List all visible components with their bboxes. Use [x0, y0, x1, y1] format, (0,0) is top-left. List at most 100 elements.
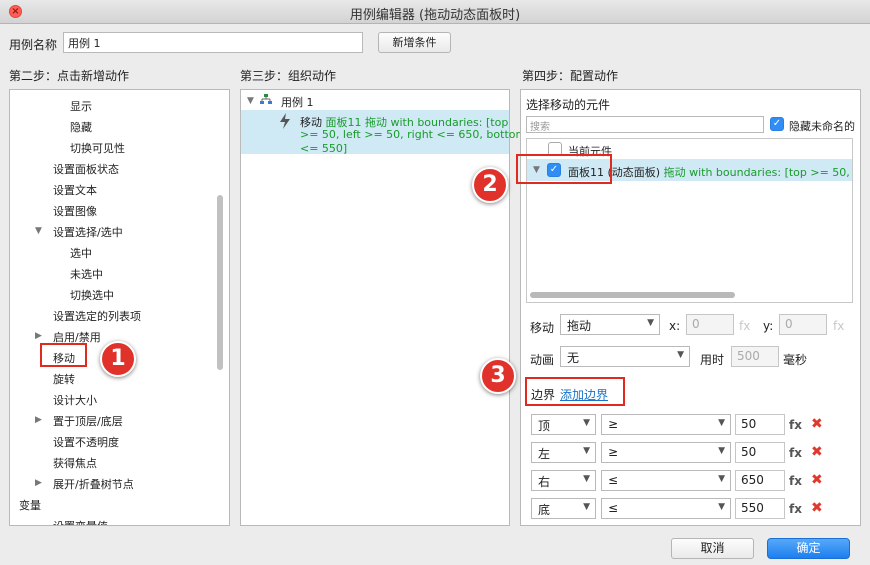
boundary-fx-button[interactable]: fx [789, 474, 802, 488]
move-label: 移动 [530, 321, 555, 335]
y-label: y: [763, 319, 774, 333]
action-list-panel[interactable]: 显示隐藏切换可见性设置面板状态 设置文本设置图像 ▼ 设置选择/选中选中未选中切换选中… [9, 89, 230, 526]
boundary-side-value: 顶 [538, 419, 551, 433]
animation-label: 动画 [530, 353, 555, 367]
organize-actions-panel[interactable] [240, 89, 510, 526]
boundary-operator-value: ≥ [608, 445, 619, 459]
action-item[interactable]: 获得焦点 [53, 455, 97, 471]
boundary-value-input[interactable]: 50 [735, 414, 785, 435]
action-item[interactable]: 变量 [19, 497, 41, 513]
chevron-down-icon: ▼ [583, 474, 590, 484]
action-item[interactable]: 切换可见性 [70, 140, 125, 156]
highlight-move-action [40, 343, 87, 367]
action-item[interactable]: 设置图像 [53, 203, 97, 219]
duration-input[interactable]: 500 [731, 346, 779, 367]
chevron-down-icon: ▼ [583, 418, 590, 428]
boundary-operator-value: ≥ [608, 417, 619, 431]
action-item[interactable]: 切换选中 [70, 287, 114, 303]
widget-tree-hscrollbar[interactable] [530, 292, 735, 298]
y-input[interactable]: 0 [779, 314, 827, 335]
animation-value: 无 [567, 351, 580, 365]
boundary-operator-select[interactable]: ≥ ▼ [601, 442, 731, 463]
boundary-fx-button[interactable]: fx [789, 446, 802, 460]
usecase-name-input[interactable]: 用例 1 [63, 32, 363, 53]
action-item[interactable]: 未选中 [70, 266, 103, 282]
boundary-fx-button[interactable]: fx [789, 502, 802, 516]
hide-unnamed-checkbox[interactable]: ✓ [770, 117, 784, 131]
y-fx-button[interactable]: fx [833, 319, 844, 333]
boundary-side-select[interactable]: 底 ▼ [531, 498, 596, 519]
delete-boundary-icon[interactable]: ✖ [811, 416, 823, 432]
collapse-triangle-icon[interactable]: ▼ [247, 96, 254, 106]
action-item[interactable]: 设置变量值 [53, 518, 108, 525]
collapsed-triangle-icon[interactable]: ▶ [35, 331, 42, 341]
boundary-operator-select[interactable]: ≤ ▼ [601, 498, 731, 519]
boundary-side-value: 底 [538, 503, 551, 517]
usecase-node[interactable]: 用例 1 [281, 94, 314, 110]
add-condition-button[interactable]: 新增条件 [378, 32, 451, 53]
action-item[interactable]: 设置选定的列表项 [53, 308, 141, 324]
chevron-down-icon: ▼ [647, 318, 654, 328]
delete-boundary-icon[interactable]: ✖ [811, 500, 823, 516]
x-fx-button[interactable]: fx [739, 319, 750, 333]
window-title: 用例编辑器 (拖动动态面板时) [349, 8, 521, 23]
cancel-button[interactable]: 取消 [671, 538, 754, 559]
step4-heading: 第四步：配置动作 [522, 69, 619, 83]
action-item[interactable]: 选中 [70, 245, 92, 261]
collapsed-triangle-icon[interactable]: ▶ [35, 478, 42, 488]
action-line-3: <= 550] [300, 142, 348, 155]
action-item[interactable]: 隐藏 [70, 119, 92, 135]
action-line-2: >= 50, left >= 50, right <= 650, bottom [300, 128, 527, 141]
action-item[interactable]: 旋转 [53, 371, 75, 387]
expand-triangle-icon[interactable]: ▼ [35, 226, 42, 236]
duration-unit: 毫秒 [783, 353, 808, 367]
action-item[interactable]: 设置不透明度 [53, 434, 119, 450]
chevron-down-icon: ▼ [677, 350, 684, 360]
highlight-bounds [525, 377, 625, 406]
boundary-operator-select[interactable]: ≥ ▼ [601, 414, 731, 435]
annotation-badge-1: 1 [100, 341, 136, 377]
delete-boundary-icon[interactable]: ✖ [811, 444, 823, 460]
usecase-name-label: 用例名称 [9, 38, 58, 52]
ok-button[interactable]: 确定 [767, 538, 850, 559]
action-item[interactable]: 展开/折叠树节点 [53, 476, 134, 492]
chevron-down-icon: ▼ [718, 418, 725, 428]
boundary-side-value: 右 [538, 475, 551, 489]
annotation-badge-2: 2 [472, 167, 508, 203]
boundary-side-value: 左 [538, 447, 551, 461]
action-item[interactable]: 设置文本 [53, 182, 97, 198]
collapsed-triangle-icon[interactable]: ▶ [35, 415, 42, 425]
duration-label: 用时 [700, 353, 725, 367]
chevron-down-icon: ▼ [583, 446, 590, 456]
boundary-operator-select[interactable]: ≤ ▼ [601, 470, 731, 491]
delete-boundary-icon[interactable]: ✖ [811, 472, 823, 488]
boundary-value-input[interactable]: 50 [735, 442, 785, 463]
lightning-icon [278, 113, 292, 132]
boundary-value-input[interactable]: 650 [735, 470, 785, 491]
boundary-side-select[interactable]: 左 ▼ [531, 442, 596, 463]
annotation-badge-3: 3 [480, 358, 516, 394]
boundary-fx-button[interactable]: fx [789, 418, 802, 432]
boundary-operator-value: ≤ [608, 473, 619, 487]
boundary-operator-value: ≤ [608, 501, 619, 515]
move-type-select[interactable]: 拖动 ▼ [560, 314, 660, 335]
action-item[interactable]: 设置面板状态 [53, 161, 119, 177]
x-input[interactable]: 0 [686, 314, 734, 335]
action-item[interactable]: 显示 [70, 98, 92, 114]
action-item[interactable]: 设计大小 [53, 392, 97, 408]
animation-select[interactable]: 无 ▼ [560, 346, 690, 367]
step2-heading: 第二步：点击新增动作 [9, 69, 130, 83]
action-item[interactable]: 设置选择/选中 [53, 224, 123, 240]
panel11-desc: 拖动 with boundaries: [top >= 50, left >= … [663, 166, 852, 179]
action-item[interactable]: 置于顶层/底层 [53, 413, 123, 429]
boundary-side-select[interactable]: 右 ▼ [531, 470, 596, 491]
highlight-panel11 [516, 154, 612, 184]
x-label: x: [669, 319, 681, 333]
move-type-value: 拖动 [567, 319, 592, 333]
boundary-side-select[interactable]: 顶 ▼ [531, 414, 596, 435]
chevron-down-icon: ▼ [718, 474, 725, 484]
widget-search-input[interactable]: 搜索 [526, 116, 764, 133]
action-list-scrollbar[interactable] [217, 195, 223, 370]
chevron-down-icon: ▼ [583, 502, 590, 512]
boundary-value-input[interactable]: 550 [735, 498, 785, 519]
